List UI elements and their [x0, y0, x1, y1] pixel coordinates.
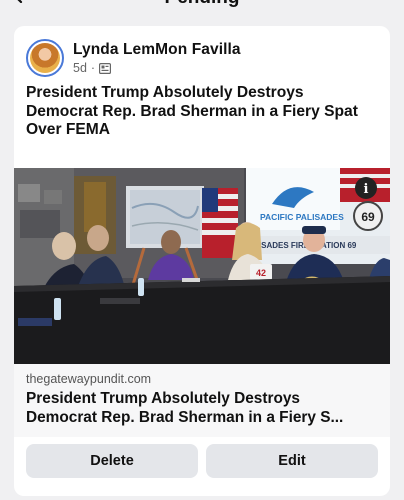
- top-bar: Pending: [0, 0, 404, 10]
- separator-dot: ·: [90, 61, 96, 75]
- edit-button[interactable]: Edit: [206, 444, 378, 478]
- post-subline: 5d ·: [73, 61, 241, 75]
- link-domain: thegatewaypundit.com: [26, 372, 152, 386]
- page-profile-icon: [99, 62, 112, 74]
- post-age[interactable]: 5d: [73, 61, 87, 75]
- post-actions: Delete Edit: [26, 444, 378, 480]
- delete-button[interactable]: Delete: [26, 444, 198, 478]
- table-card-text: 42: [256, 268, 266, 278]
- link-title-line-2: Democrat Rep. Brad Sherman in a Fiery S.…: [26, 409, 344, 426]
- station-badge-text: 69: [361, 210, 375, 224]
- pending-post-card: Lynda LemMon Favilla 5d · President Trum…: [14, 26, 390, 496]
- post-text: President Trump Absolutely Destroys Demo…: [26, 84, 358, 139]
- back-chevron-icon[interactable]: [8, 0, 28, 6]
- post-image[interactable]: PACIFIC PALISADES LISADES FIRE STATION 6…: [14, 168, 390, 364]
- sign-text: PACIFIC PALISADES: [260, 212, 344, 222]
- post-header: Lynda LemMon Favilla 5d ·: [26, 38, 241, 78]
- author-name[interactable]: Lynda LemMon Favilla: [73, 41, 241, 59]
- post-meta: Lynda LemMon Favilla 5d ·: [73, 41, 241, 75]
- link-title: President Trump Absolutely Destroys Demo…: [26, 389, 378, 427]
- info-icon: i: [364, 182, 369, 197]
- link-title-line-1: President Trump Absolutely Destroys: [26, 390, 300, 407]
- avatar[interactable]: [26, 39, 64, 77]
- page-title: Pending: [165, 0, 240, 9]
- link-preview[interactable]: thegatewaypundit.com President Trump Abs…: [14, 364, 390, 437]
